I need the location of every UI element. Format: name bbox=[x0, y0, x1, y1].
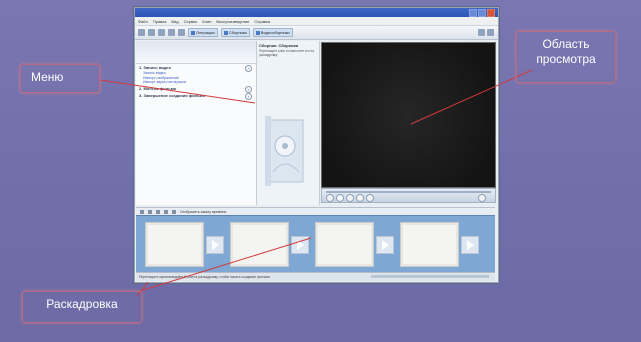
status-bar: Перетащите мультимедийный клип в раскадр… bbox=[136, 272, 495, 281]
callout-menu: Меню bbox=[20, 64, 100, 93]
menu-bar: Файл Правка Вид Сервис Клип Воспроизведе… bbox=[135, 17, 498, 26]
menu-tools[interactable]: Сервис bbox=[184, 19, 198, 24]
storyboard-toolbar: Отобразить шкалу времени bbox=[136, 207, 495, 215]
film-reel-illustration bbox=[265, 116, 304, 186]
previous-frame-button[interactable] bbox=[346, 194, 354, 202]
storyboard-slot[interactable] bbox=[230, 222, 289, 267]
status-progress bbox=[371, 275, 489, 278]
storyboard-slot[interactable] bbox=[315, 222, 374, 267]
collection-select[interactable]: Видеосборники bbox=[252, 28, 293, 37]
play-button[interactable] bbox=[326, 194, 334, 202]
storyboard-slot[interactable] bbox=[400, 222, 459, 267]
task-edit-movie[interactable]: 2. Монтаж фильма ˅ bbox=[136, 85, 256, 93]
preview-monitor[interactable] bbox=[321, 42, 496, 188]
task-capture-label: 1. Запись видео bbox=[139, 65, 171, 70]
task-edit-label: 2. Монтаж фильма bbox=[139, 85, 176, 91]
collection-title: Сборник: Сборники bbox=[259, 43, 299, 48]
save-project-icon[interactable] bbox=[158, 29, 165, 36]
transition-slot[interactable] bbox=[376, 236, 394, 254]
zoom-out-icon[interactable] bbox=[156, 209, 160, 214]
expand-chevron-icon[interactable]: ˅ bbox=[245, 92, 252, 100]
seek-slider[interactable] bbox=[326, 191, 491, 193]
zoom-in-icon[interactable] bbox=[148, 209, 152, 214]
undo-icon[interactable] bbox=[168, 29, 175, 36]
storyboard-slot[interactable] bbox=[145, 222, 204, 267]
view-options bbox=[478, 29, 494, 36]
maximize-button[interactable] bbox=[478, 8, 486, 17]
menu-clip[interactable]: Клип bbox=[202, 19, 211, 24]
play-storyboard-icon[interactable] bbox=[172, 209, 176, 214]
collections-button[interactable]: Сборники bbox=[220, 28, 250, 37]
thumbnail-view-icon[interactable] bbox=[478, 29, 485, 36]
monitor-screen bbox=[322, 43, 495, 187]
main-toolbar: Операции Сборники Видеосборники bbox=[135, 26, 498, 40]
collapse-chevron-icon[interactable]: ˄ bbox=[245, 65, 252, 72]
menu-help[interactable]: Справка bbox=[254, 19, 270, 24]
transition-slot[interactable] bbox=[461, 236, 479, 254]
collection-pane: Сборник: Сборники Перетащите клип и поме… bbox=[257, 41, 320, 205]
redo-icon[interactable] bbox=[178, 29, 185, 36]
show-timeline-toggle[interactable]: Отобразить шкалу времени bbox=[180, 210, 226, 214]
narrate-icon[interactable] bbox=[140, 209, 144, 214]
split-clip-button[interactable] bbox=[366, 194, 374, 202]
title-bar bbox=[135, 8, 498, 17]
new-project-icon[interactable] bbox=[138, 29, 145, 36]
close-button[interactable] bbox=[487, 8, 495, 17]
rewind-icon[interactable] bbox=[164, 209, 168, 214]
storyboard bbox=[136, 215, 495, 272]
open-project-icon[interactable] bbox=[148, 29, 155, 36]
stop-button[interactable] bbox=[336, 194, 344, 202]
next-frame-button[interactable] bbox=[356, 194, 364, 202]
collection-description: Перетащите клип и поместите его на раска… bbox=[259, 49, 314, 57]
menu-play[interactable]: Воспроизведение bbox=[216, 19, 249, 24]
task-finish-label: 3. Завершение создания фильма bbox=[139, 92, 205, 98]
transition-slot[interactable] bbox=[291, 236, 309, 254]
fullscreen-button[interactable] bbox=[478, 194, 486, 202]
menu-file[interactable]: Файл bbox=[138, 19, 148, 24]
minimize-button[interactable] bbox=[469, 8, 477, 17]
task-capture-video[interactable]: 1. Запись видео ˄ bbox=[136, 64, 256, 72]
details-view-icon[interactable] bbox=[487, 29, 494, 36]
tasks-button[interactable]: Операции bbox=[188, 28, 218, 37]
movie-maker-window: Файл Правка Вид Сервис Клип Воспроизведе… bbox=[134, 7, 499, 283]
task-finish-movie[interactable]: 3. Завершение создания фильма ˅ bbox=[136, 92, 256, 100]
movie-tasks-pane: 1. Запись видео ˄ Запись видео Импорт из… bbox=[136, 41, 257, 205]
menu-edit[interactable]: Правка bbox=[153, 19, 167, 24]
callout-preview-area: Область просмотра bbox=[516, 31, 616, 83]
tasks-pane-header bbox=[136, 41, 256, 64]
transition-slot[interactable] bbox=[206, 236, 224, 254]
callout-storyboard: Раскадровка bbox=[22, 291, 142, 323]
playback-controls bbox=[321, 188, 496, 203]
menu-view[interactable]: Вид bbox=[171, 19, 178, 24]
